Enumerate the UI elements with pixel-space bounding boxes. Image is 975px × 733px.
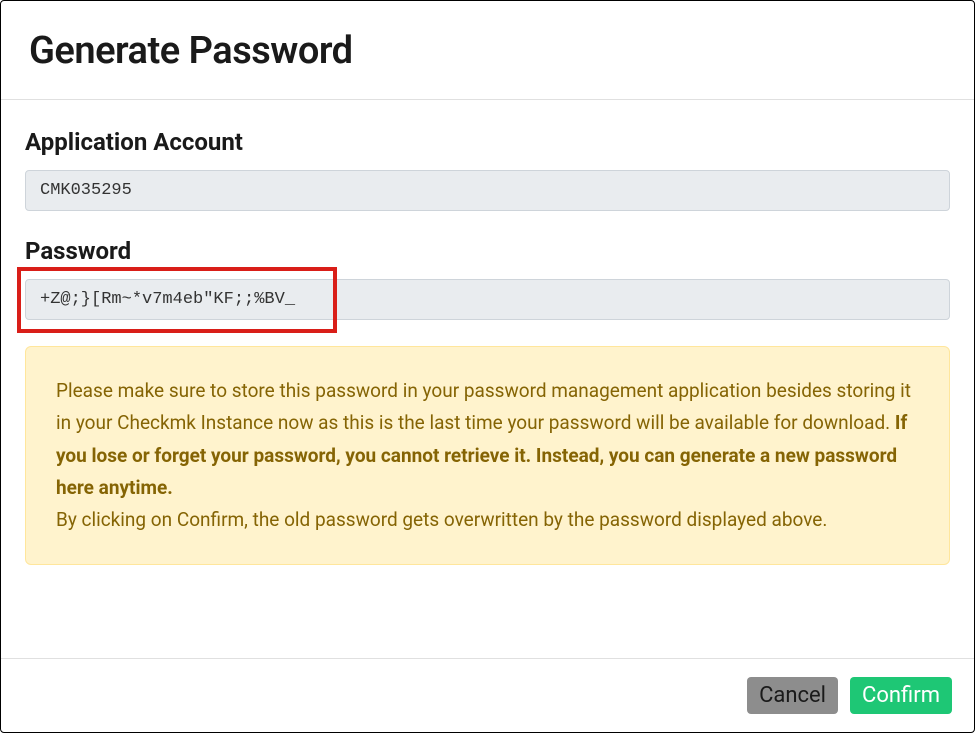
warning-alert: Please make sure to store this password … [25,346,950,565]
password-label: Password [25,237,950,265]
modal-footer: Cancel Confirm [1,658,974,732]
confirm-button[interactable]: Confirm [850,677,952,714]
alert-text: Please make sure to store this password … [56,375,919,536]
modal-title: Generate Password [29,29,946,73]
modal-header: Generate Password [1,1,974,100]
account-label: Application Account [25,128,950,156]
alert-text-before: Please make sure to store this password … [56,379,911,434]
cancel-button[interactable]: Cancel [747,677,838,714]
account-field-group: Application Account [25,128,950,211]
password-field-group: Password [25,237,950,320]
password-input-wrapper [25,279,950,320]
modal-body: Application Account Password Please make… [1,100,974,658]
alert-text-after: By clicking on Confirm, the old password… [56,508,827,531]
generate-password-modal: Generate Password Application Account Pa… [0,0,975,733]
account-input[interactable] [25,170,950,211]
password-input[interactable] [25,279,950,320]
